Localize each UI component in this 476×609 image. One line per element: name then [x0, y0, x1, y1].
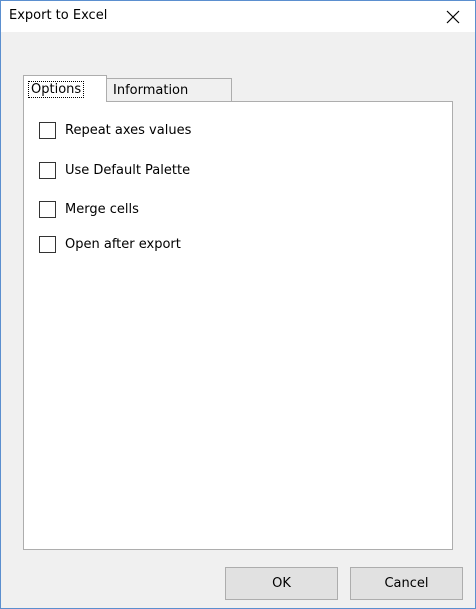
tab-information[interactable]: Information [107, 78, 232, 102]
options-panel: Repeat axes values Use Default Palette M… [23, 101, 453, 550]
option-label: Merge cells [65, 201, 139, 217]
option-use-default-palette[interactable]: Use Default Palette [39, 161, 190, 179]
dialog-title: Export to Excel [9, 8, 108, 23]
checkbox[interactable] [39, 200, 56, 218]
checkbox[interactable] [39, 161, 56, 179]
checkbox[interactable] [39, 235, 56, 253]
option-label: Use Default Palette [65, 162, 191, 178]
tab-options-label: Options [28, 81, 85, 98]
option-merge-cells[interactable]: Merge cells [39, 200, 139, 218]
option-label: Repeat axes values [65, 122, 192, 138]
close-button[interactable] [431, 1, 475, 32]
export-dialog: Export to Excel Options Information Repe… [0, 0, 476, 609]
cancel-button[interactable]: Cancel [350, 567, 463, 600]
tab-information-label: Information [113, 83, 189, 98]
checkbox[interactable] [39, 121, 56, 139]
option-open-after-export[interactable]: Open after export [39, 235, 181, 253]
close-icon [446, 10, 460, 23]
option-repeat-axes-values[interactable]: Repeat axes values [39, 121, 191, 139]
ok-button[interactable]: OK [225, 567, 338, 600]
option-label: Open after export [65, 236, 181, 252]
tab-options[interactable]: Options [23, 75, 107, 102]
title-bar: Export to Excel [1, 1, 475, 32]
